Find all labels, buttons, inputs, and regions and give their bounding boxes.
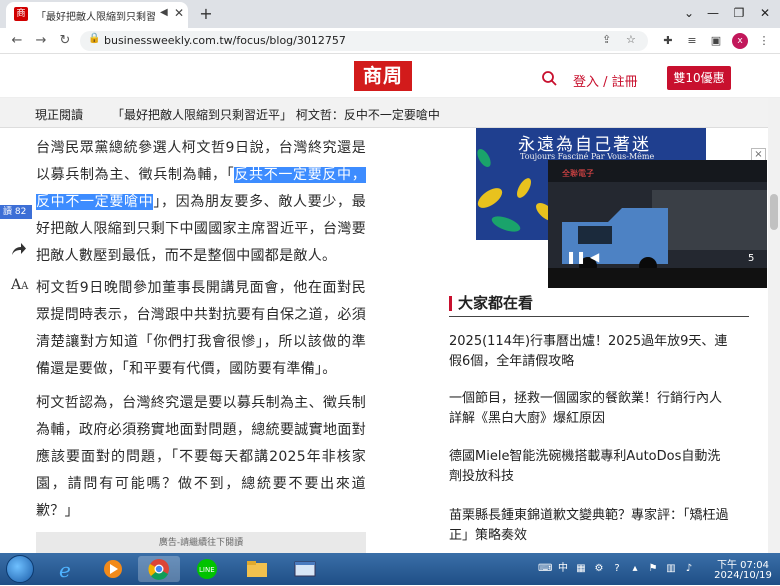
font-size-icon[interactable]: AA [11,277,28,293]
now-reading-bar: 現正閱讀 「最好把敵人限縮到只剩習近平」 柯文哲：反中不一定要嗆中 [0,98,780,128]
ad-placeholder: 廣告-請繼續往下閱讀 [36,532,366,553]
now-reading-label: 現正閱讀 [35,108,84,122]
svg-text:LINE: LINE [199,566,215,574]
clock-time[interactable]: 下午 07:04 [712,556,774,571]
extensions-puzzle-icon[interactable]: ✚ [660,33,676,49]
read-count-badge[interactable]: 讀 82 [0,205,32,219]
article-paragraph-3: 柯文哲認為，台灣終究還是要以募兵制為主、徵兵制為輔，政府必須務實地面對問題，總統… [36,395,366,519]
clock-date[interactable]: 2024/10/19 [712,570,774,581]
media-queue-icon[interactable]: ≡ [684,33,700,49]
page-scrollbar[interactable] [768,98,780,553]
now-reading-title[interactable]: 「最好把敵人限縮到只剩習近平」 柯文哲：反中不一定要嗆中 [112,106,440,123]
promo-button[interactable]: 雙10優惠 [667,66,731,90]
tray-expand-icon[interactable]: ▴ [628,562,642,576]
browser-tab[interactable]: 商 「最好把敵人限縮到只剩習近 ◀︎ ✕ [6,2,188,28]
forward-arrow-icon[interactable]: → [32,32,50,50]
side-panel-icon[interactable]: ▣ [708,33,724,49]
speaker-icon[interactable]: ◀︎ [160,7,168,18]
volume-tray-icon[interactable]: ♪ [682,562,696,576]
popular-item-4[interactable]: 苗栗縣長鍾東錦道歉文變典範？專家評：「矯枉過正」策略奏效 [449,506,731,546]
video-frame [548,160,767,288]
svg-text:e: e [59,558,71,582]
pause-icon[interactable]: ❚❚ [566,250,586,264]
site-logo[interactable]: 商周 [354,61,412,91]
ad-notice: 廣告-請繼續往下閱讀 [158,538,244,548]
tab-strip: 商 「最好把敵人限縮到只剩習近 ◀︎ ✕ + ⌄ — ❐ ✕ [0,0,780,28]
video-counter: 5 [748,253,755,264]
line-app-icon[interactable]: LINE [186,556,228,582]
new-tab-button[interactable]: + [196,4,216,24]
site-favicon-icon: 商 [14,7,28,21]
heading-divider [449,316,749,317]
address-bar[interactable]: 🔒 businessweekly.com.tw/focus/blog/30127… [80,31,648,51]
restore-button[interactable]: ❐ [726,2,752,24]
flag-tray-icon[interactable]: ⚑ [646,562,660,576]
article-paragraph-1: 台灣民眾黨總統參選人柯文哲9日說，台灣終究還是以募兵制為主、徵兵制為輔，「反共不… [36,135,367,270]
file-explorer-icon[interactable] [236,556,278,582]
lock-icon: 🔒 [88,33,101,44]
window-app-icon[interactable] [284,556,326,582]
media-player-icon[interactable] [92,556,134,582]
share-arrow-icon[interactable] [11,242,27,256]
popular-item-3[interactable]: 德國Miele智能洗碗機搭載專利AutoDos自動洗劑投放科技 [449,447,731,487]
bookmark-star-icon[interactable]: ☆ [626,33,636,46]
start-button[interactable] [6,555,34,583]
taskbar: e LINE ⌨ 中 ▦ ⚙ ? ▴ ⚑ ▥ ♪ [0,553,780,585]
article-paragraph-2: 柯文哲9日晚間參加董事長開講見面會，他在面對民眾提問時表示，台灣跟中共對抗要有自… [36,280,366,377]
popular-item-2[interactable]: 一個節目，拯救一個國家的餐飲業！行銷行內人詳解《黑白大廚》爆紅原因 [449,389,731,429]
search-icon[interactable] [541,70,557,86]
scrollbar-thumb[interactable] [770,194,778,230]
video-brand: 全聯電子 [562,169,594,178]
tab-title: 「最好把敵人限縮到只剩習近 [36,12,156,23]
login-link[interactable]: 登入 / 註冊 [573,71,638,90]
browser-menu-icon[interactable]: ⋮ [756,33,772,49]
url-text[interactable]: businessweekly.com.tw/focus/blog/3012757 [104,34,346,47]
tray-app-icon[interactable]: ▦ [574,562,588,576]
site-header: 商周 登入 / 註冊 雙10優惠 [0,54,780,98]
tab-search-icon[interactable]: ⌄ [676,2,702,24]
volume-icon[interactable]: ◀ [590,250,599,264]
minimize-button[interactable]: — [700,2,726,24]
popular-heading: 大家都在看 [449,296,533,311]
settings-tray-icon[interactable]: ⚙ [592,562,606,576]
close-window-button[interactable]: ✕ [752,2,778,24]
share-page-icon[interactable]: ⇪ [602,33,611,46]
chrome-icon[interactable] [138,556,180,582]
browser-toolbar: ← → ↻ 🔒 businessweekly.com.tw/focus/blog… [0,28,780,54]
popular-item-1[interactable]: 2025(114年)行事曆出爐！2025過年放9天、連假6個，全年請假攻略 [449,332,731,372]
tab-close-icon[interactable]: ✕ [174,6,184,20]
profile-avatar[interactable]: x [732,33,748,49]
keyboard-tray-icon[interactable]: ⌨ [538,562,552,576]
back-arrow-icon[interactable]: ← [8,32,26,50]
network-tray-icon[interactable]: ▥ [664,562,678,576]
floating-video-player[interactable]: 全聯電子 ❚❚ ◀ 5 [548,160,767,288]
help-tray-icon[interactable]: ? [610,562,624,576]
ime-tray-icon[interactable]: 中 [556,562,570,576]
reload-icon[interactable]: ↻ [56,32,74,50]
ie-icon[interactable]: e [46,556,88,582]
